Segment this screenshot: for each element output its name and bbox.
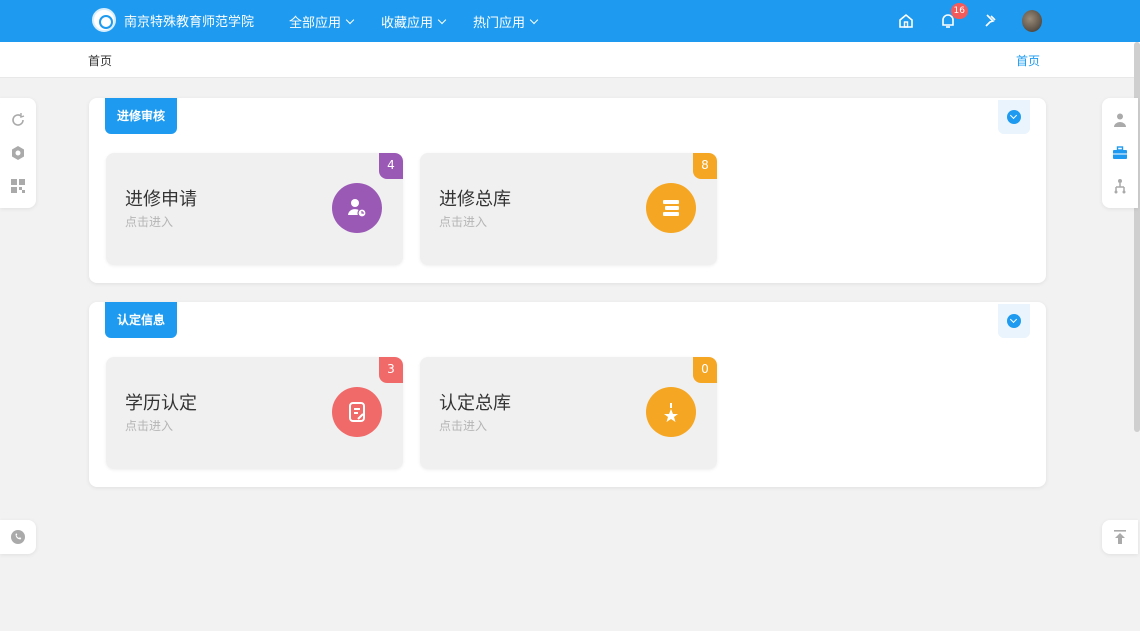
breadcrumb[interactable]: 首页 — [88, 52, 112, 69]
right-toolbar — [1102, 98, 1138, 208]
chevron-down-icon — [1007, 110, 1021, 124]
books-icon — [646, 183, 696, 233]
count-badge: 4 — [379, 153, 403, 179]
chevron-down-icon — [529, 15, 539, 24]
avatar — [1022, 10, 1042, 32]
card-subtitle: 点击进入 — [439, 419, 488, 433]
nav-all-apps-label: 全部应用 — [289, 15, 342, 31]
contact-button[interactable] — [0, 520, 36, 554]
breadcrumb-bar: 首页 首页 — [0, 42, 1140, 78]
arrow-to-top-icon — [1114, 530, 1126, 544]
count-badge: 0 — [693, 357, 717, 383]
logo-text: 南京特殊教育师范学院 — [124, 14, 255, 30]
document-edit-icon — [332, 387, 382, 437]
org-chart-icon[interactable] — [1112, 178, 1128, 194]
user-avatar[interactable] — [1022, 10, 1042, 32]
logo-emblem-icon — [92, 8, 116, 32]
nav-hot-apps-label: 热门应用 — [473, 15, 526, 31]
nav-all-apps[interactable]: 全部应用 — [289, 12, 355, 31]
briefcase-icon[interactable] — [1112, 145, 1128, 161]
card-title: 进修申请 — [125, 189, 197, 210]
collapse-button[interactable] — [998, 304, 1030, 338]
refresh-icon[interactable] — [10, 112, 26, 128]
user-icon[interactable] — [1112, 112, 1128, 128]
count-badge: 8 — [693, 153, 717, 179]
card-title: 进修总库 — [439, 189, 511, 210]
card-subtitle: 点击进入 — [439, 215, 488, 229]
qrcode-icon[interactable] — [10, 178, 26, 194]
top-icons: 16 — [874, 0, 1042, 42]
pin-icon[interactable] — [980, 11, 1000, 31]
section-training-review: 进修审核 进修申请 点击进入 4 进修总库 点击进入 8 — [89, 98, 1046, 283]
section-title: 进修审核 — [105, 98, 178, 134]
nav-hot-apps[interactable]: 热门应用 — [473, 12, 539, 31]
section-certification-info: 认定信息 学历认定 点击进入 3 认定总库 点击进入 0 — [89, 302, 1046, 487]
section-title: 认定信息 — [105, 302, 178, 338]
bell-icon[interactable]: 16 — [938, 3, 968, 31]
card-degree-certification[interactable]: 学历认定 点击进入 3 — [106, 357, 403, 469]
chevron-down-icon — [437, 15, 447, 24]
home-link[interactable]: 首页 — [1016, 52, 1040, 69]
back-to-top-button[interactable] — [1102, 520, 1138, 554]
user-clock-icon — [332, 183, 382, 233]
nav-favorite-apps-label: 收藏应用 — [381, 15, 434, 31]
card-title: 认定总库 — [439, 393, 511, 414]
notification-badge: 16 — [950, 3, 968, 19]
chevron-down-icon — [1007, 314, 1021, 328]
card-training-library[interactable]: 进修总库 点击进入 8 — [420, 153, 717, 265]
chevron-down-icon — [345, 15, 355, 24]
top-navbar: 南京特殊教育师范学院 全部应用 收藏应用 热门应用 16 — [0, 0, 1140, 42]
main-nav: 全部应用 收藏应用 热门应用 — [289, 0, 565, 42]
card-subtitle: 点击进入 — [125, 215, 174, 229]
card-training-application[interactable]: 进修申请 点击进入 4 — [106, 153, 403, 265]
left-toolbar — [0, 98, 36, 208]
medal-icon — [646, 387, 696, 437]
school-logo[interactable]: 南京特殊教育师范学院 — [92, 8, 254, 32]
collapse-button[interactable] — [998, 100, 1030, 134]
card-certification-library[interactable]: 认定总库 点击进入 0 — [420, 357, 717, 469]
card-title: 学历认定 — [125, 393, 197, 414]
nav-favorite-apps[interactable]: 收藏应用 — [381, 12, 447, 31]
count-badge: 3 — [379, 357, 403, 383]
card-subtitle: 点击进入 — [125, 419, 174, 433]
home-icon[interactable] — [896, 11, 916, 31]
phone-icon — [11, 530, 25, 544]
settings-icon[interactable] — [10, 145, 26, 161]
